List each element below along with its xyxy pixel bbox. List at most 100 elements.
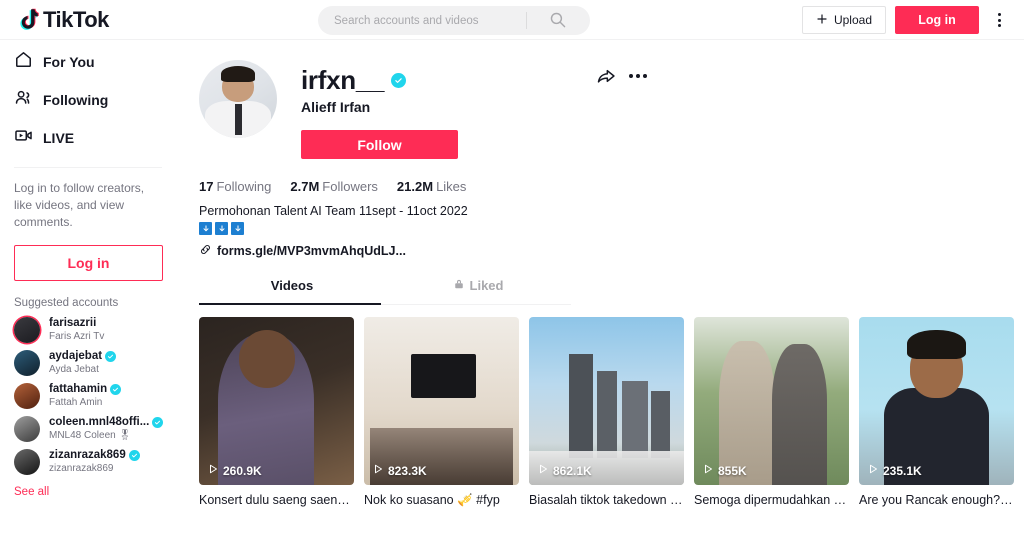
- video-thumbnail[interactable]: 260.9K: [199, 317, 354, 485]
- suggested-display-name: Faris Azri Tv: [49, 331, 105, 342]
- video-thumbnail[interactable]: 855K: [694, 317, 849, 485]
- suggested-username: zizanrazak869: [49, 448, 140, 462]
- sidebar-item-live[interactable]: LIVE: [0, 121, 176, 155]
- search-icon: [549, 11, 566, 31]
- profile-actions: [596, 66, 647, 86]
- top-header: TikTok Upload Log in: [0, 0, 1024, 40]
- profile-bio-emojis: [178, 220, 1024, 235]
- suggested-username: coleen.mnl48offi...: [49, 415, 164, 429]
- video-card[interactable]: 855K Semoga dipermudahkan …: [694, 317, 849, 508]
- suggested-display-name: zizanrazak869: [49, 463, 114, 474]
- profile-username: irfxn__: [301, 65, 458, 95]
- suggested-account-item[interactable]: aydajebat Ayda Jebat: [0, 346, 176, 379]
- verified-badge-icon: [105, 350, 117, 362]
- tab-liked[interactable]: Liked: [385, 275, 571, 304]
- upload-button[interactable]: Upload: [801, 6, 886, 34]
- chain-link-icon: [199, 243, 212, 259]
- verified-badge-icon: [128, 449, 140, 461]
- profile-stats: 17 Following 2.7M Followers 21.2M Likes: [178, 159, 1024, 194]
- video-view-count: 823.3K: [372, 463, 427, 478]
- suggested-account-item[interactable]: fattahamin Fattah Amin: [0, 379, 176, 412]
- search-input[interactable]: [318, 7, 526, 34]
- tab-videos[interactable]: Videos: [199, 275, 385, 304]
- header-login-button[interactable]: Log in: [895, 6, 979, 34]
- header-actions: Upload Log in: [801, 6, 1010, 34]
- profile-avatar[interactable]: [199, 60, 277, 138]
- profile-main: irfxn__ Alieff Irfan Follow 17 Following …: [178, 41, 1024, 542]
- follow-button[interactable]: Follow: [301, 130, 458, 159]
- upload-label: Upload: [833, 13, 872, 27]
- sidebar-label: For You: [43, 54, 95, 70]
- search-button[interactable]: [527, 6, 587, 35]
- profile-display-name: Alieff Irfan: [301, 99, 371, 115]
- sidebar-login-button[interactable]: Log in: [14, 245, 163, 281]
- avatar: [14, 448, 40, 475]
- profile-link[interactable]: forms.gle/MVP3mvmAhqUdLJ...: [178, 235, 1024, 259]
- video-thumbnail[interactable]: 862.1K: [529, 317, 684, 485]
- suggested-account-item[interactable]: farisazrii Faris Azri Tv: [0, 313, 176, 346]
- suggested-account-item[interactable]: coleen.mnl48offi... MNL48 Coleen 🎖: [0, 412, 176, 445]
- verified-badge-icon: [152, 416, 164, 428]
- login-prompt-text: Log in to follow creators, like videos, …: [14, 181, 145, 229]
- tiktok-note-icon: [18, 8, 40, 32]
- verified-badge-icon: [391, 72, 407, 88]
- tab-videos-label: Videos: [270, 278, 314, 293]
- stat-following: 17 Following: [199, 179, 272, 194]
- verified-badge-icon: [110, 383, 122, 395]
- video-thumbnail[interactable]: 235.1K: [859, 317, 1014, 485]
- profile-link-text: forms.gle/MVP3mvmAhqUdLJ...: [217, 244, 406, 258]
- sidebar-label: Following: [43, 92, 109, 108]
- video-camera-icon: [14, 126, 33, 150]
- video-caption: Semoga dipermudahkan …: [694, 493, 847, 507]
- share-arrow-icon[interactable]: [596, 66, 616, 86]
- avatar: [14, 415, 40, 442]
- profile-tabs: Videos Liked: [199, 275, 571, 305]
- left-sidebar: For You Following LIVE Log in to follow …: [0, 41, 177, 542]
- sidebar-item-for-you[interactable]: For You: [0, 45, 176, 79]
- suggested-display-name: MNL48 Coleen 🎖: [49, 430, 132, 441]
- avatar: [14, 382, 40, 409]
- tiktok-logo[interactable]: TikTok: [18, 7, 109, 33]
- video-card[interactable]: 862.1K Biasalah tiktok takedown …: [529, 317, 684, 508]
- video-caption: Nok ko suasano 🎺 #fyp: [364, 493, 500, 507]
- video-card[interactable]: 260.9K Konsert dulu saeng saeng…: [199, 317, 354, 508]
- play-icon: [537, 463, 549, 478]
- sidebar-item-following[interactable]: Following: [0, 83, 176, 117]
- profile-header: irfxn__ Alieff Irfan Follow: [178, 41, 1024, 159]
- video-view-count: 235.1K: [867, 463, 922, 478]
- stat-likes: 21.2M Likes: [396, 179, 467, 194]
- avatar: [14, 349, 40, 376]
- video-card[interactable]: 823.3K Nok ko suasano 🎺 #fyp: [364, 317, 519, 508]
- play-icon: [372, 463, 384, 478]
- video-caption: Biasalah tiktok takedown …: [529, 493, 683, 507]
- suggested-username: farisazrii: [49, 317, 97, 329]
- video-caption: Konsert dulu saeng saeng…: [199, 493, 354, 507]
- video-view-count: 862.1K: [537, 463, 592, 478]
- kebab-horizontal-icon[interactable]: [629, 74, 647, 78]
- stat-followers: 2.7M Followers: [290, 179, 378, 194]
- arrow-down-emoji: [199, 222, 212, 235]
- profile-bio: Permohonan Talent AI Team 11sept - 11oct…: [199, 204, 468, 218]
- video-card[interactable]: 235.1K Are you Rancak enough?!…: [859, 317, 1014, 508]
- sidebar-label: LIVE: [43, 130, 75, 146]
- suggested-display-name: Fattah Amin: [49, 397, 103, 408]
- tab-liked-label: Liked: [469, 278, 504, 293]
- arrow-down-emoji: [231, 222, 244, 235]
- suggested-username: fattahamin: [49, 382, 122, 396]
- search-bar[interactable]: [318, 6, 590, 35]
- video-view-count: 260.9K: [207, 463, 262, 478]
- see-all-link[interactable]: See all: [0, 478, 176, 498]
- play-icon: [207, 463, 219, 478]
- lock-icon: [453, 278, 465, 293]
- people-icon: [14, 88, 33, 112]
- suggested-account-item[interactable]: zizanrazak869 zizanrazak869: [0, 445, 176, 478]
- avatar: [14, 316, 40, 343]
- plus-icon: [816, 13, 828, 28]
- suggested-username: aydajebat: [49, 349, 117, 363]
- video-thumbnail[interactable]: 823.3K: [364, 317, 519, 485]
- play-icon: [702, 463, 714, 478]
- video-view-count: 855K: [702, 463, 747, 478]
- play-icon: [867, 463, 879, 478]
- kebab-vertical-icon[interactable]: [988, 6, 1010, 34]
- suggested-accounts-heading: Suggested accounts: [14, 297, 119, 309]
